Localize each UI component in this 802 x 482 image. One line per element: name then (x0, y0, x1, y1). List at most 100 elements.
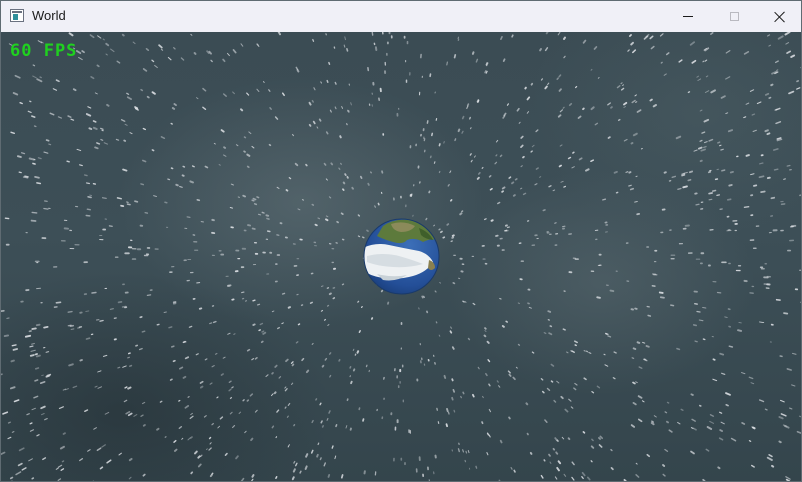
star-particle (41, 374, 44, 377)
star-particle (708, 138, 714, 142)
star-particle (680, 408, 684, 411)
star-particle (175, 183, 179, 187)
star-particle (773, 168, 779, 171)
star-particle (26, 413, 30, 416)
star-particle (697, 78, 702, 81)
star-particle (304, 465, 308, 470)
close-button[interactable] (757, 1, 801, 32)
star-particle (635, 474, 640, 478)
star-particle (466, 103, 470, 107)
star-particle (273, 391, 277, 395)
star-particle (764, 408, 768, 411)
star-particle (222, 356, 226, 359)
star-particle (10, 359, 15, 363)
star-particle (561, 436, 565, 440)
star-particle (774, 108, 778, 111)
star-particle (540, 474, 544, 479)
star-particle (555, 451, 559, 455)
star-particle (209, 382, 213, 385)
star-particle (691, 418, 696, 422)
star-particle (743, 205, 750, 209)
maximize-button[interactable] (711, 1, 757, 32)
star-particle (206, 448, 208, 451)
star-particle (650, 422, 655, 426)
star-particle (242, 194, 246, 198)
star-particle (541, 390, 545, 394)
star-particle (447, 183, 450, 187)
star-particle (610, 467, 614, 471)
star-particle (115, 138, 120, 141)
star-particle (70, 118, 75, 121)
star-particle (488, 408, 492, 413)
star-particle (604, 364, 609, 367)
star-particle (85, 310, 90, 312)
star-particle (751, 464, 755, 468)
star-particle (330, 162, 334, 166)
star-particle (718, 144, 722, 147)
star-particle (29, 345, 34, 348)
star-particle (290, 361, 294, 364)
star-particle (199, 380, 204, 384)
star-particle (118, 452, 122, 456)
star-particle (687, 91, 691, 94)
star-particle (712, 378, 718, 382)
star-particle (451, 234, 455, 237)
star-particle (212, 320, 217, 324)
star-particle (281, 92, 285, 97)
star-particle (275, 436, 278, 439)
star-particle (665, 420, 670, 424)
star-particle (40, 405, 46, 410)
star-particle (475, 58, 479, 63)
star-particle (692, 324, 698, 327)
star-particle (705, 448, 710, 452)
star-particle (573, 387, 577, 391)
star-particle (299, 470, 302, 474)
star-particle (635, 101, 638, 103)
star-particle (170, 345, 175, 348)
star-particle (126, 96, 132, 100)
star-particle (10, 131, 16, 135)
star-particle (634, 201, 638, 203)
star-particle (712, 358, 716, 361)
star-particle (293, 460, 296, 464)
star-particle (285, 358, 289, 363)
star-particle (550, 363, 555, 367)
star-particle (776, 137, 782, 140)
star-particle (563, 55, 566, 59)
star-particle (291, 363, 295, 367)
star-particle (323, 318, 327, 321)
star-particle (100, 138, 104, 141)
star-particle (546, 387, 551, 392)
star-particle (31, 211, 38, 214)
star-particle (127, 352, 131, 355)
star-particle (12, 348, 19, 351)
star-particle (104, 411, 110, 415)
star-particle (470, 159, 473, 163)
minimize-button[interactable] (665, 1, 711, 32)
star-particle (791, 384, 796, 387)
earth-globe (363, 218, 440, 295)
star-particle (564, 408, 569, 413)
star-particle (560, 180, 564, 183)
star-particle (517, 302, 520, 305)
star-particle (567, 437, 571, 441)
star-particle (138, 347, 143, 351)
title-bar[interactable]: World (1, 1, 801, 32)
star-particle (100, 127, 104, 130)
star-particle (243, 150, 246, 153)
star-particle (725, 403, 729, 407)
star-particle (539, 176, 542, 178)
star-particle (276, 186, 280, 189)
star-particle (190, 471, 194, 475)
star-particle (760, 190, 766, 193)
star-particle (184, 356, 190, 360)
star-particle (291, 133, 295, 137)
star-particle (782, 424, 788, 428)
star-particle (446, 223, 450, 226)
render-viewport[interactable]: 60 FPS (1, 32, 801, 481)
star-particle (653, 415, 657, 418)
star-particle (528, 306, 532, 309)
star-particle (650, 45, 655, 50)
star-particle (202, 106, 207, 111)
star-particle (123, 399, 128, 403)
